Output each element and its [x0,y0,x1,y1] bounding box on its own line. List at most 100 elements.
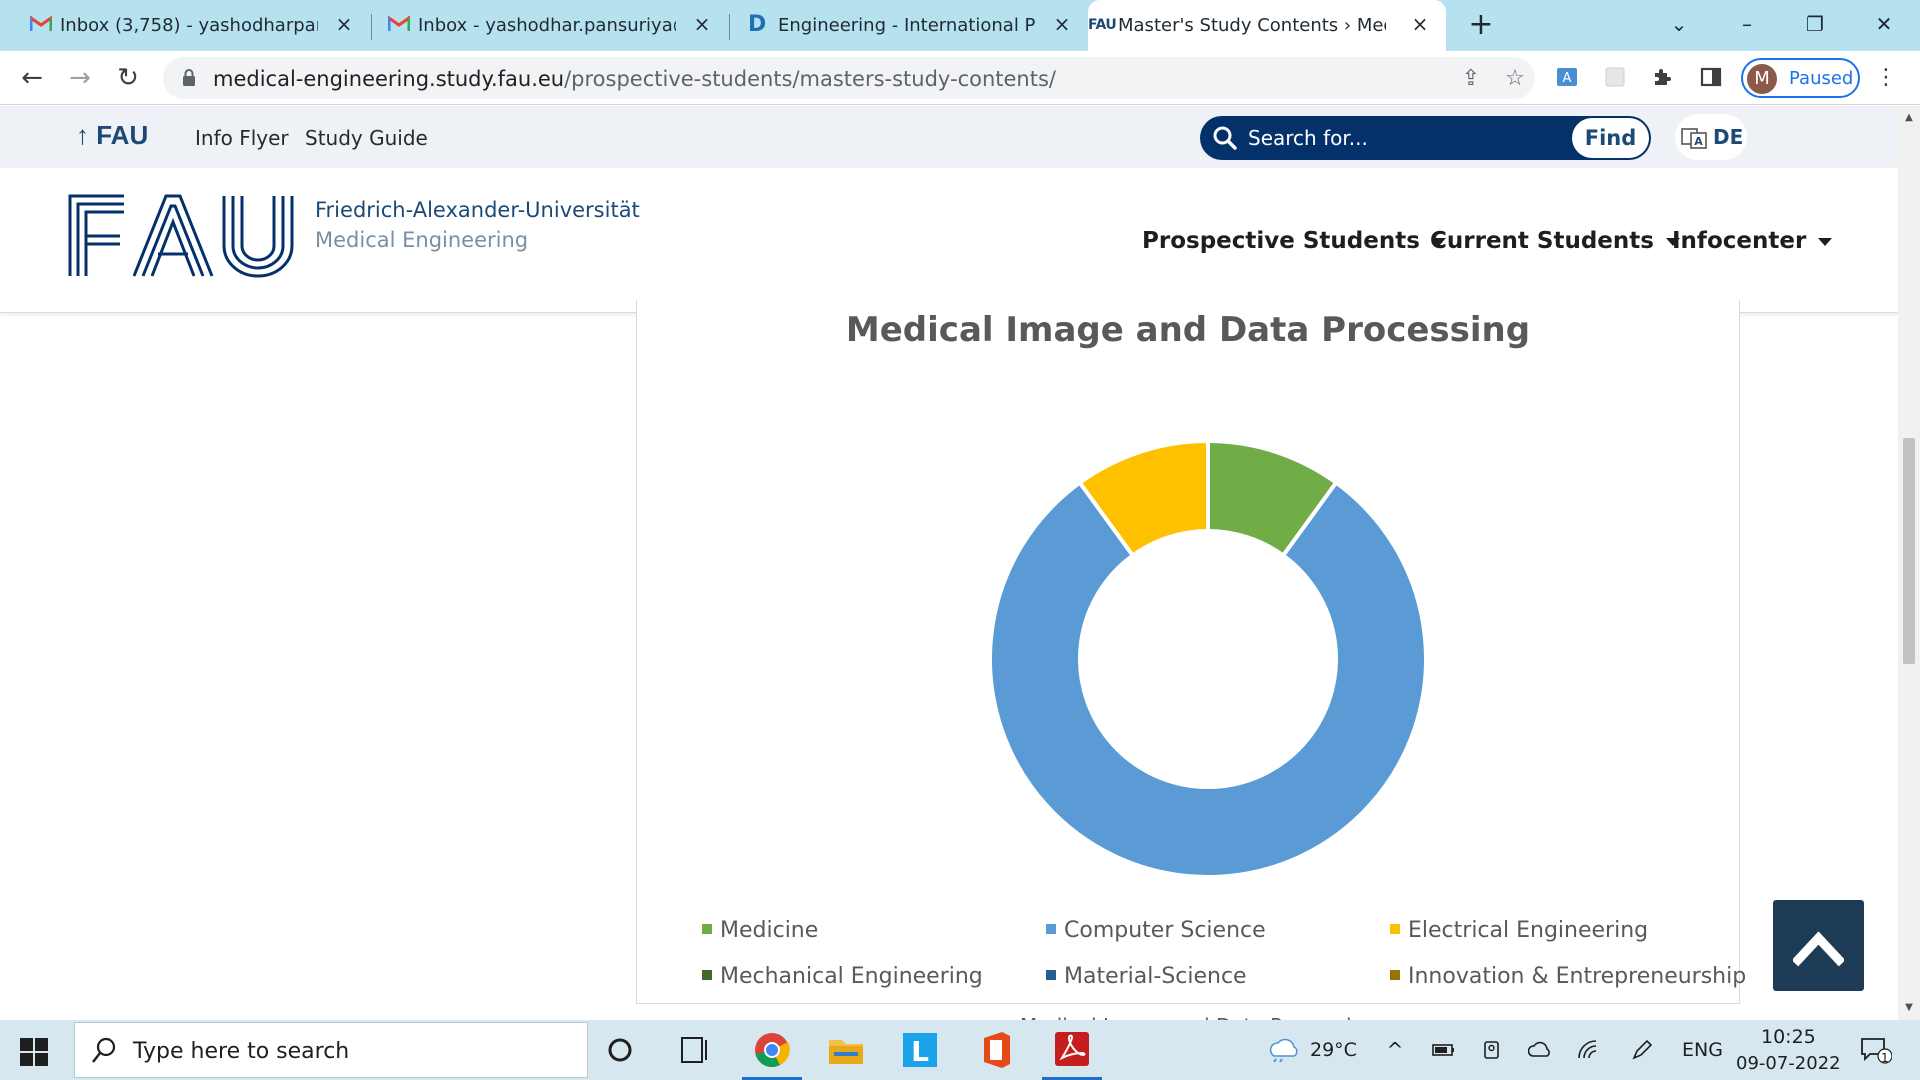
wifi-icon[interactable] [1576,1038,1600,1062]
extension-grid-icon[interactable] [1602,65,1628,91]
nav-label: Infocenter [1672,228,1807,254]
tab-title: Master's Study Contents › Medical Engine… [1118,15,1386,36]
browser-tab-active[interactable]: FAU Master's Study Contents › Medical En… [1088,0,1446,51]
legend-item: Medicine [702,918,818,943]
reload-icon[interactable]: ↻ [112,62,144,94]
legend-swatch [1390,924,1400,934]
legend-swatch [702,970,712,980]
tab-title: Inbox (3,758) - yashodharpansuriya@gmail… [60,15,318,36]
new-tab-plus-icon[interactable]: + [1466,10,1496,40]
language-label: DE [1713,125,1744,149]
extensions-puzzle-icon[interactable] [1650,65,1676,91]
bookmark-star-icon[interactable]: ☆ [1503,67,1527,91]
fau-home-link[interactable]: ↑ FAU [76,120,148,151]
site-search[interactable]: Search for... Find [1200,116,1651,160]
url-host: medical-engineering.study.fau.eu [213,67,565,91]
tab-title: Engineering - International Programmes [778,15,1036,36]
windows-start-icon[interactable] [20,1038,48,1066]
info-flyer-link[interactable]: Info Flyer [195,126,289,150]
page-scrollbar[interactable]: ▲ ▼ [1898,106,1920,1020]
legend-label: Computer Science [1064,918,1266,943]
kebab-menu-icon[interactable]: ⋮ [1873,65,1899,91]
close-tab-icon[interactable]: × [334,14,354,34]
close-window-icon[interactable]: ✕ [1866,8,1902,40]
legend-label: Mechanical Engineering [720,964,983,989]
office-app-icon[interactable] [976,1028,1016,1072]
pen-ink-icon[interactable] [1630,1038,1654,1062]
browser-tab-daad[interactable]: D Engineering - International Programmes… [748,0,1088,51]
browser-tab-gmail-1[interactable]: Inbox (3,758) - yashodharpansuriya@gmail… [30,0,370,51]
tab-separator [729,14,730,40]
svg-text:L: L [911,1035,929,1068]
gmail-icon [388,16,410,31]
legend-item: Material-Science [1046,964,1247,989]
close-tab-icon[interactable]: × [692,14,712,34]
find-button[interactable]: Find [1572,118,1649,158]
cortana-icon[interactable] [606,1036,634,1064]
chart-card [636,300,1740,1004]
profile-button[interactable]: M Paused [1741,58,1860,98]
windows-taskbar: Type here to search L 29°C ^ ENG 10:25 0… [0,1020,1920,1080]
browser-tabstrip: Inbox (3,758) - yashodharpansuriya@gmail… [0,0,1920,51]
task-view-icon[interactable] [680,1036,710,1064]
search-input[interactable]: Search for... [1248,126,1368,150]
browser-tab-gmail-2[interactable]: Inbox - yashodhar.pansuriya@gmail.com × [388,0,728,51]
weather-icon[interactable] [1266,1038,1300,1063]
nav-label: Current Students [1430,228,1654,254]
legend-swatch [1046,924,1056,934]
study-guide-link[interactable]: Study Guide [305,126,428,150]
side-panel-icon[interactable] [1698,65,1724,91]
legend-swatch [1390,970,1400,980]
lock-icon[interactable] [181,68,197,88]
extension-reader-icon[interactable]: A [1554,65,1580,91]
scroll-down-arrow-icon[interactable]: ▼ [1903,1002,1915,1013]
tab-title: Inbox - yashodhar.pansuriya@gmail.com [418,15,676,36]
restore-icon[interactable]: ❐ [1797,8,1833,40]
legend-label: Innovation & Entrepreneurship [1408,964,1747,989]
weather-temperature[interactable]: 29°C [1310,1039,1357,1061]
address-bar[interactable]: medical-engineering.study.fau.eu/prospec… [163,57,1535,99]
meet-now-icon[interactable] [1480,1038,1504,1062]
taskbar-search-box[interactable]: Type here to search [74,1022,588,1078]
tab-search-chevron-icon[interactable]: ⌄ [1661,8,1697,40]
nav-label: Prospective Students [1142,228,1420,254]
search-icon [92,1037,116,1063]
scroll-to-top-button[interactable] [1773,900,1864,991]
chart-title: Medical Image and Data Processing [845,310,1531,350]
legend-swatch [702,924,712,934]
clock-time[interactable]: 10:25 [1761,1026,1816,1048]
back-arrow-icon[interactable]: ← [16,62,48,94]
nav-prospective-students[interactable]: Prospective Students [1142,228,1446,254]
share-icon[interactable]: ⇪ [1459,67,1483,91]
forward-arrow-icon[interactable]: → [64,62,96,94]
input-language[interactable]: ENG [1682,1039,1723,1061]
nav-infocenter[interactable]: Infocenter [1672,228,1833,254]
url-text: medical-engineering.study.fau.eu/prospec… [213,67,1056,91]
close-tab-icon[interactable]: × [1052,14,1072,34]
l-app-icon[interactable]: L [900,1028,940,1072]
site-header: Friedrich-Alexander-Universität Medical … [0,168,1898,313]
file-explorer-icon[interactable] [826,1028,866,1072]
legend-label: Medicine [720,918,819,943]
scroll-up-arrow-icon[interactable]: ▲ [1903,112,1915,123]
fau-icon: FAU [1088,17,1117,33]
legend-label: Material-Science [1064,964,1247,989]
faculty-name[interactable]: Medical Engineering [315,228,528,252]
fau-logo[interactable] [68,194,294,278]
taskbar-search-placeholder: Type here to search [133,1039,350,1064]
onedrive-cloud-icon[interactable] [1527,1038,1552,1062]
translate-icon: A [1681,128,1707,149]
university-name[interactable]: Friedrich-Alexander-Universität [315,198,640,222]
scrollbar-thumb[interactable] [1903,438,1915,664]
chevron-up-tray-icon[interactable]: ^ [1383,1038,1407,1062]
chevron-up-icon [1793,931,1844,967]
acrobat-reader-icon[interactable] [1042,1028,1102,1080]
minimize-icon[interactable]: – [1729,8,1765,40]
battery-icon[interactable] [1432,1038,1456,1062]
language-switch-button[interactable]: A DE [1675,114,1747,160]
close-tab-icon[interactable]: × [1410,14,1430,34]
legend-swatch [1046,970,1056,980]
chrome-app-icon[interactable] [742,1028,802,1080]
clock-date[interactable]: 09-07-2022 [1736,1053,1841,1074]
nav-current-students[interactable]: Current Students [1430,228,1680,254]
